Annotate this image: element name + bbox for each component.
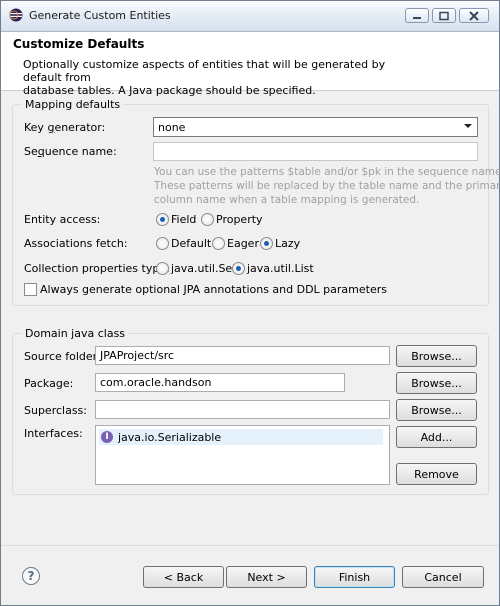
add-interface-button[interactable]: Add... <box>396 426 477 448</box>
collection-list-radio[interactable] <box>232 262 245 275</box>
entity-access-field-label: Field <box>171 213 197 226</box>
description-line: Optionally customize aspects of entities… <box>23 58 386 84</box>
source-folder-label: Source folder: <box>24 350 101 363</box>
collection-type-label: Collection properties type: <box>24 262 170 275</box>
fetch-eager-label: Eager <box>227 237 259 250</box>
remove-interface-button[interactable]: Remove <box>396 463 477 485</box>
finish-button[interactable]: Finish <box>314 566 395 588</box>
page-title: Customize Defaults <box>13 37 145 51</box>
wizard-header: Customize Defaults Optionally customize … <box>1 32 499 97</box>
maximize-button[interactable] <box>432 8 456 23</box>
back-button[interactable]: < Back <box>143 566 224 588</box>
interface-icon: I <box>101 431 113 443</box>
entity-access-field-radio[interactable] <box>156 213 169 226</box>
superclass-browse-button[interactable]: Browse... <box>396 399 477 421</box>
sequence-help-text: You can use the patterns $table and/or $… <box>154 165 500 207</box>
interfaces-label: Interfaces: <box>24 427 83 440</box>
entity-access-property-label: Property <box>216 213 263 226</box>
sequence-name-input[interactable] <box>153 142 478 161</box>
entity-access-label: Entity access: <box>24 213 101 226</box>
interface-name: java.io.Serializable <box>118 431 222 444</box>
interfaces-list[interactable]: I java.io.Serializable <box>95 425 390 485</box>
close-button[interactable] <box>459 8 489 23</box>
always-generate-checkbox[interactable] <box>24 283 37 296</box>
next-button[interactable]: Next > <box>226 566 307 588</box>
fetch-lazy-radio[interactable] <box>260 237 273 250</box>
close-icon <box>469 10 479 21</box>
page-description: Optionally customize aspects of entities… <box>23 58 423 97</box>
collection-set-radio[interactable] <box>156 262 169 275</box>
fetch-eager-radio[interactable] <box>212 237 225 250</box>
cancel-button[interactable]: Cancel <box>402 566 484 588</box>
source-folder-browse-button[interactable]: Browse... <box>396 345 477 367</box>
key-generator-select[interactable]: none <box>153 117 478 137</box>
collection-set-label: java.util.Set <box>171 262 237 275</box>
chevron-down-icon <box>464 124 472 128</box>
description-line: database tables. A Java package should b… <box>23 84 316 97</box>
footer-separator <box>1 545 499 546</box>
list-item[interactable]: I java.io.Serializable <box>99 429 383 445</box>
sequence-name-label: Sequence name: <box>24 145 117 158</box>
fetch-default-radio[interactable] <box>156 237 169 250</box>
domain-class-legend: Domain java class <box>22 327 129 340</box>
eclipse-app-icon <box>9 8 23 22</box>
source-folder-input[interactable]: JPAProject/src <box>95 346 390 365</box>
always-generate-label: Always generate optional JPA annotations… <box>40 283 387 296</box>
superclass-input[interactable] <box>95 400 390 419</box>
package-label: Package: <box>24 377 74 390</box>
associations-fetch-label: Associations fetch: <box>24 237 128 250</box>
fetch-default-label: Default <box>171 237 212 250</box>
key-generator-value: none <box>158 121 186 134</box>
help-line: These patterns will be replaced by the t… <box>154 180 500 192</box>
help-icon[interactable]: ? <box>22 567 40 585</box>
key-generator-label: Key generator: <box>24 121 106 134</box>
dialog-window: Generate Custom Entities Customize Defau… <box>0 0 500 606</box>
help-line: You can use the patterns $table and/or $… <box>154 166 500 178</box>
fetch-lazy-label: Lazy <box>275 237 301 250</box>
minimize-button[interactable] <box>405 8 429 23</box>
minimize-icon <box>413 16 421 19</box>
entity-access-property-radio[interactable] <box>201 213 214 226</box>
superclass-label: Superclass: <box>24 404 87 417</box>
maximize-icon <box>439 11 449 20</box>
collection-list-label: java.util.List <box>247 262 314 275</box>
package-input[interactable]: com.oracle.handson <box>95 373 345 392</box>
window-title: Generate Custom Entities <box>29 9 171 22</box>
mapping-defaults-legend: Mapping defaults <box>22 98 124 111</box>
help-line: column name when a table mapping is gene… <box>154 194 420 206</box>
title-bar: Generate Custom Entities <box>1 1 499 32</box>
package-browse-button[interactable]: Browse... <box>396 372 477 394</box>
